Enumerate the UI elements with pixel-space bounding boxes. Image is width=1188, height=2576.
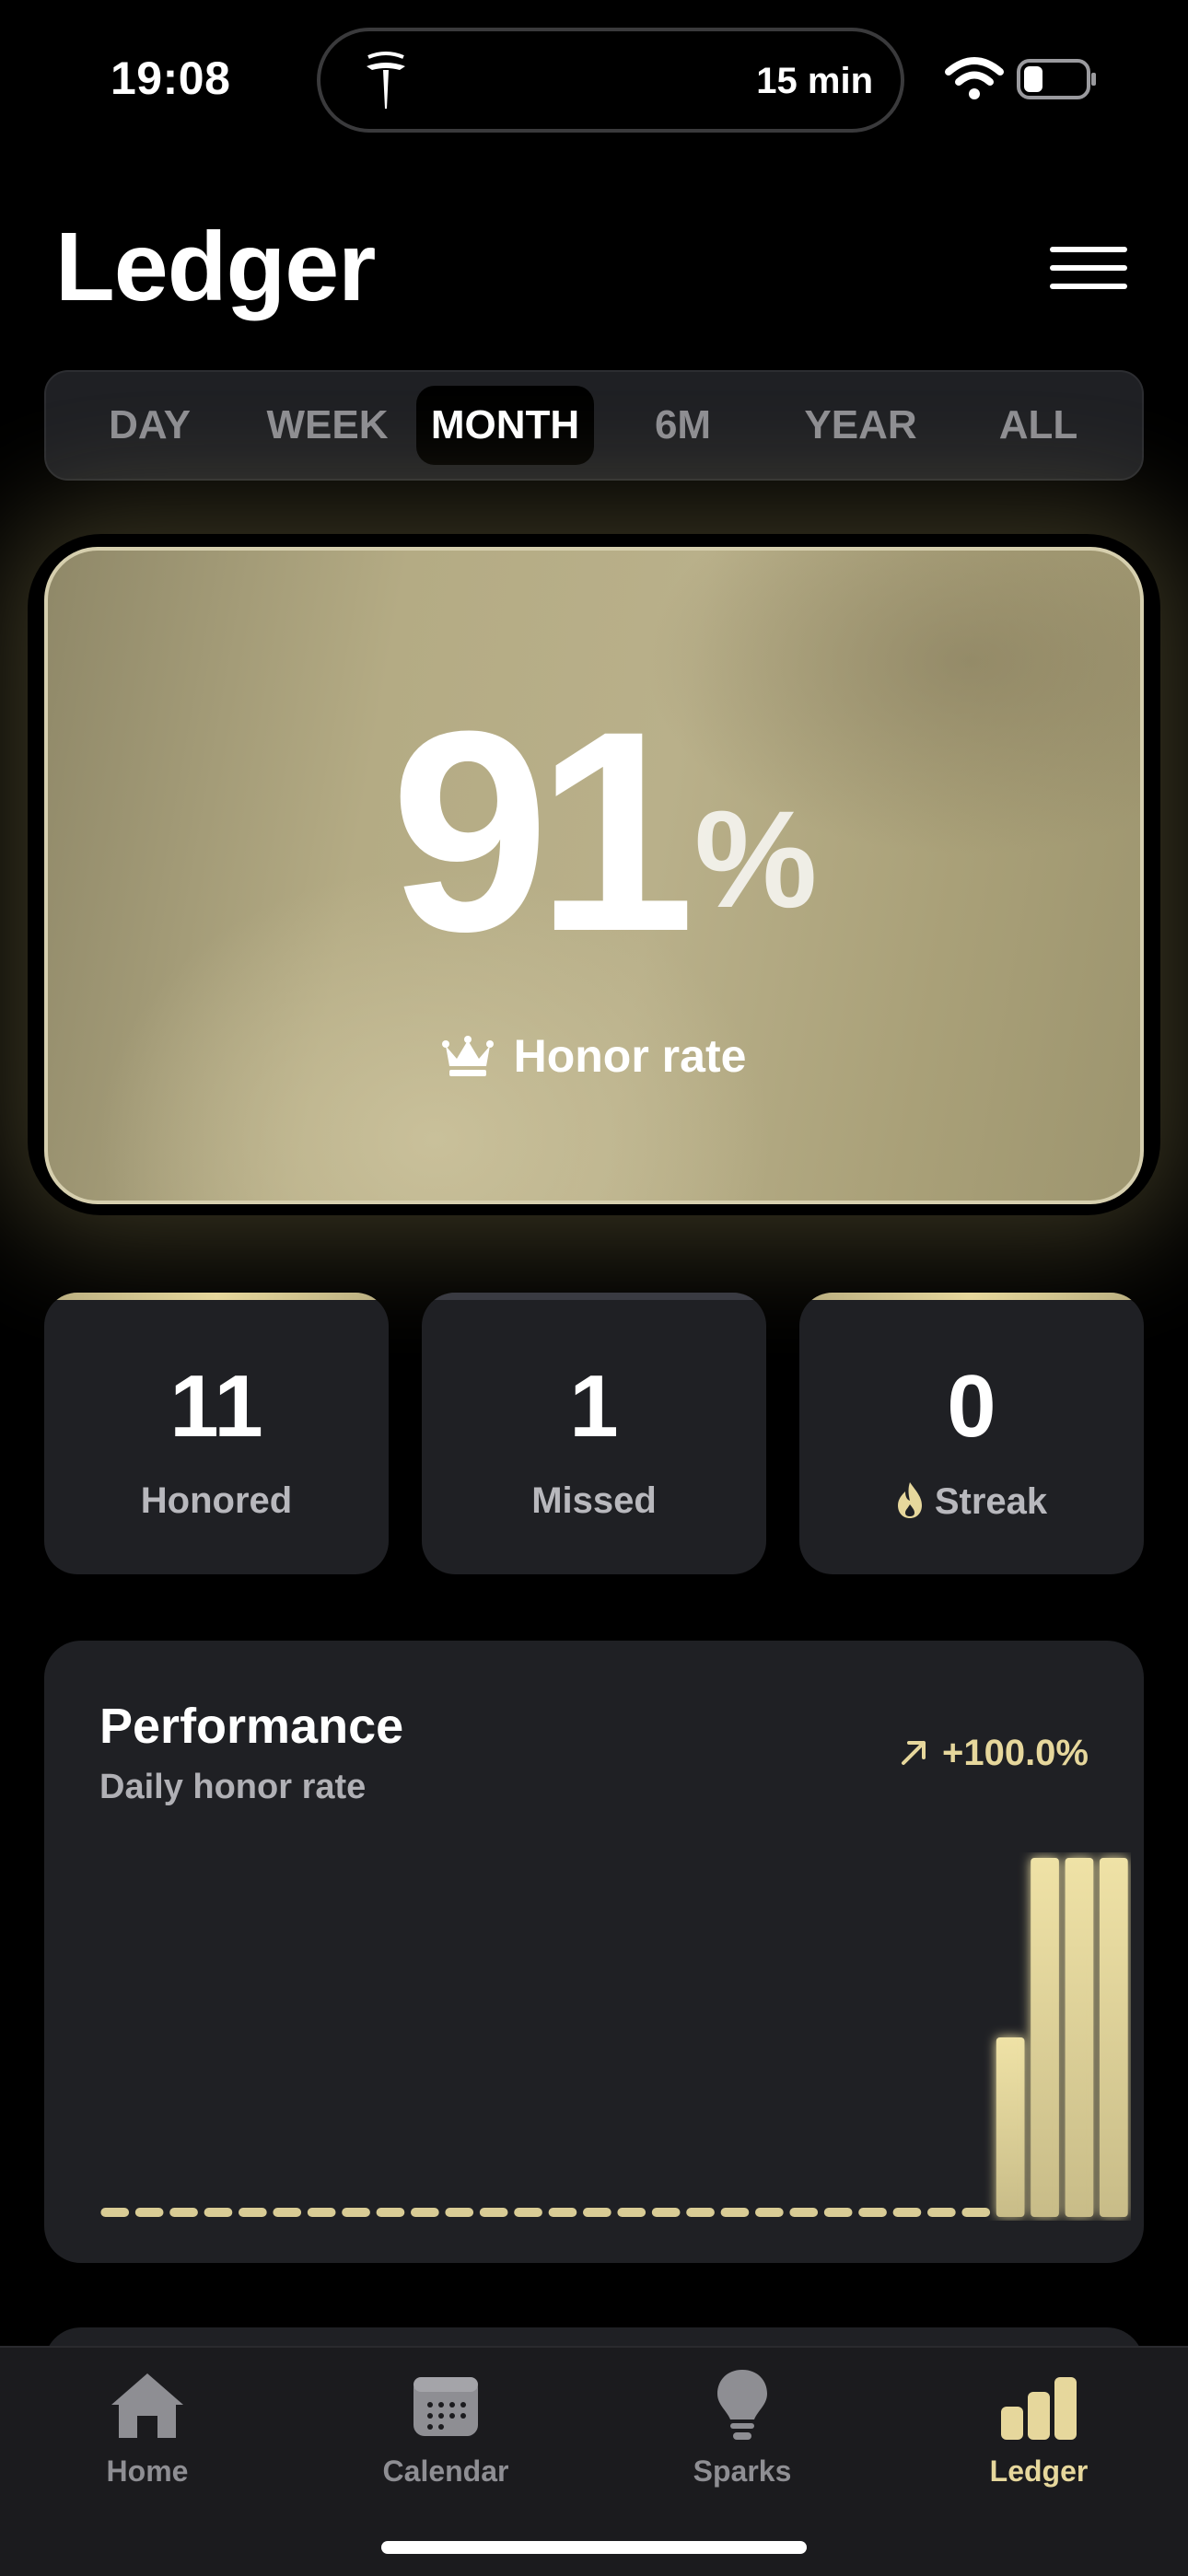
chart-bar bbox=[617, 2208, 646, 2217]
stat-card-streak: 0 Streak bbox=[799, 1293, 1144, 1574]
tab-label: Sparks bbox=[693, 2454, 792, 2488]
island-timer: 15 min bbox=[756, 61, 873, 101]
performance-subtitle: Daily honor rate bbox=[99, 1768, 367, 1806]
stat-value: 11 bbox=[169, 1357, 263, 1456]
battery-icon bbox=[1017, 59, 1096, 99]
performance-card: Performance Daily honor rate +100.0% bbox=[44, 1641, 1144, 2263]
chart-bar bbox=[445, 2208, 474, 2217]
chart-bar bbox=[686, 2208, 715, 2217]
tab-label: Ledger bbox=[989, 2454, 1089, 2488]
stat-card-honored: 11 Honored bbox=[44, 1293, 389, 1574]
chart-bar bbox=[100, 2208, 130, 2217]
honor-rate-card: 91 % Honor rate bbox=[44, 547, 1144, 1204]
stat-label: Streak bbox=[934, 1481, 1048, 1522]
tab-week[interactable]: WEEK bbox=[239, 386, 416, 465]
home-indicator[interactable] bbox=[381, 2541, 807, 2554]
stat-card-missed: 1 Missed bbox=[422, 1293, 766, 1574]
chart-bar bbox=[720, 2208, 750, 2217]
stat-value: 1 bbox=[569, 1357, 619, 1456]
chart-bar bbox=[892, 2208, 922, 2217]
chart-bar bbox=[548, 2208, 577, 2217]
chart-bar bbox=[1065, 1858, 1094, 2217]
chart-bar bbox=[1031, 1858, 1059, 2217]
tab-calendar[interactable]: Calendar bbox=[344, 2366, 547, 2489]
chart-bar bbox=[755, 2208, 784, 2217]
house-icon bbox=[111, 2373, 183, 2438]
performance-title: Performance bbox=[99, 1699, 404, 1754]
honor-rate-label-row: Honor rate bbox=[48, 1029, 1140, 1083]
chart-bar bbox=[342, 2208, 370, 2217]
chart-bar bbox=[376, 2208, 405, 2217]
honor-rate-label: Honor rate bbox=[513, 1030, 747, 1082]
period-selector: DAY WEEK MONTH 6M YEAR ALL bbox=[44, 370, 1144, 481]
performance-change: +100.0% bbox=[898, 1733, 1089, 1774]
stat-accent-line bbox=[44, 1293, 389, 1300]
chart-bar bbox=[858, 2208, 887, 2217]
stat-accent-line bbox=[422, 1293, 766, 1300]
performance-change-value: +100.0% bbox=[941, 1733, 1089, 1773]
tab-label: Calendar bbox=[382, 2454, 509, 2488]
bar-chart-icon bbox=[1001, 2377, 1077, 2440]
tab-all[interactable]: ALL bbox=[949, 386, 1127, 465]
hamburger-menu-icon bbox=[1050, 247, 1127, 289]
honor-rate-unit: % bbox=[694, 782, 818, 936]
honor-rate-value: 91 bbox=[390, 671, 695, 991]
chart-bar bbox=[1100, 1858, 1128, 2217]
chart-bar bbox=[169, 2208, 198, 2217]
wifi-icon bbox=[945, 57, 1004, 99]
chart-bar bbox=[479, 2208, 508, 2217]
tab-6m[interactable]: 6M bbox=[594, 386, 772, 465]
menu-button[interactable] bbox=[1050, 247, 1127, 291]
tab-day[interactable]: DAY bbox=[61, 386, 239, 465]
crown-icon bbox=[441, 1036, 494, 1076]
tab-sparks[interactable]: Sparks bbox=[641, 2366, 844, 2489]
calendar-icon bbox=[413, 2377, 478, 2436]
chart-bar bbox=[961, 2208, 991, 2217]
stat-label-row: Streak bbox=[799, 1480, 1144, 1523]
tab-label: Home bbox=[106, 2454, 189, 2488]
performance-chart bbox=[100, 1858, 1128, 2217]
stat-label: Honored bbox=[140, 1480, 293, 1521]
chart-bar bbox=[239, 2208, 267, 2217]
tab-ledger[interactable]: Ledger bbox=[938, 2366, 1140, 2489]
tab-month[interactable]: MONTH bbox=[416, 386, 594, 465]
dynamic-island[interactable]: 15 min bbox=[317, 28, 904, 133]
chart-bar bbox=[134, 2208, 164, 2217]
chart-bar bbox=[651, 2208, 681, 2217]
chart-bar bbox=[204, 2208, 233, 2217]
arrow-up-right-icon bbox=[901, 1741, 926, 1765]
page-title: Ledger bbox=[55, 213, 376, 321]
chart-bar bbox=[996, 2037, 1025, 2217]
stat-label: Missed bbox=[531, 1480, 657, 1521]
chart-bar bbox=[823, 2208, 853, 2217]
tab-year[interactable]: YEAR bbox=[772, 386, 949, 465]
chart-bar bbox=[583, 2208, 611, 2217]
status-time: 19:08 bbox=[111, 52, 231, 104]
chart-bar bbox=[307, 2208, 336, 2217]
chart-bar bbox=[514, 2208, 542, 2217]
chart-bar bbox=[411, 2208, 439, 2217]
flame-icon bbox=[897, 1482, 922, 1518]
stat-value: 0 bbox=[947, 1357, 996, 1456]
chart-bar bbox=[927, 2208, 956, 2217]
tab-home[interactable]: Home bbox=[46, 2366, 249, 2489]
chart-bar bbox=[789, 2208, 819, 2217]
stat-accent-line bbox=[799, 1293, 1144, 1300]
tesla-logo-icon bbox=[367, 52, 405, 109]
lightbulb-icon bbox=[717, 2370, 767, 2440]
chart-bar bbox=[273, 2208, 302, 2217]
